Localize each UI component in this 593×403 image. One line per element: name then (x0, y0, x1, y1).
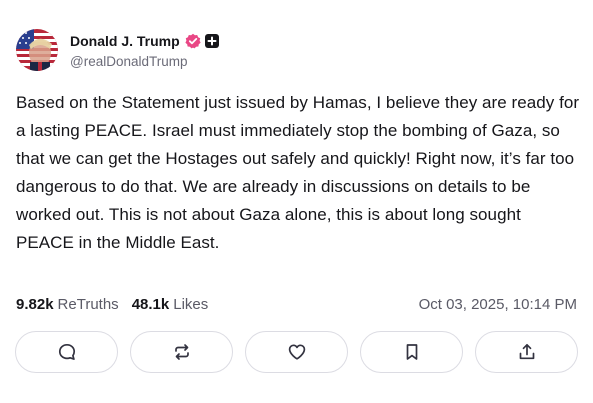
author-names: Donald J. Trump @realDonaldTrump (70, 31, 219, 69)
retruths-label[interactable]: ReTruths (58, 296, 119, 313)
reply-button[interactable] (15, 331, 118, 373)
bookmark-button[interactable] (360, 331, 463, 373)
heart-icon (288, 344, 305, 360)
repost-icon (174, 344, 189, 360)
post-text: Based on the Statement just issued by Ha… (16, 93, 580, 252)
share-icon (519, 343, 534, 360)
share-button[interactable] (475, 331, 578, 373)
verified-badge-icon (185, 33, 201, 49)
plus-badge-icon (204, 34, 219, 48)
author-handle[interactable]: @realDonaldTrump (70, 54, 219, 69)
retruths-count[interactable]: 9.82k (16, 296, 54, 313)
comment-icon (58, 343, 75, 360)
name-row: Donald J. Trump (70, 31, 219, 51)
display-name[interactable]: Donald J. Trump (70, 33, 180, 49)
post-timestamp[interactable]: Oct 03, 2025, 10:14 PM (419, 296, 577, 313)
bookmark-icon (406, 344, 417, 360)
likes-label[interactable]: Likes (173, 296, 208, 313)
avatar[interactable] (16, 29, 58, 71)
post-stats: 9.82k ReTruths 48.1k Likes Oct 03, 2025,… (16, 294, 577, 314)
post-header: Donald J. Trump @realDonaldTrump (16, 28, 219, 72)
action-bar (15, 331, 578, 375)
like-button[interactable] (245, 331, 348, 373)
retruth-button[interactable] (130, 331, 233, 373)
truth-post: Donald J. Trump @realDonaldTrump Based o… (0, 0, 593, 403)
likes-count[interactable]: 48.1k (132, 296, 170, 313)
